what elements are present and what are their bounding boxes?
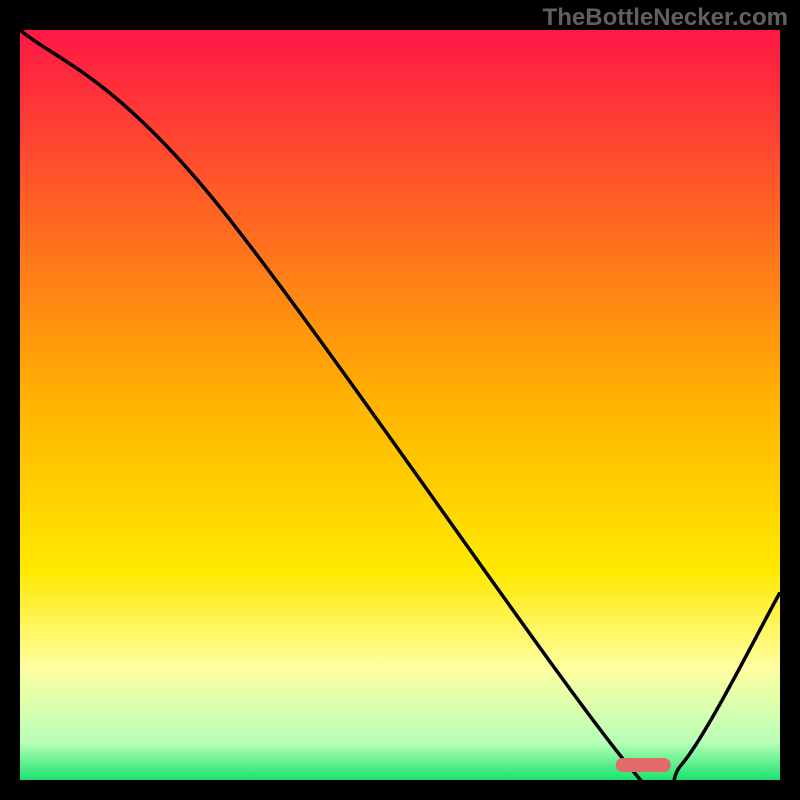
chart-container: TheBottleNecker.com [0, 0, 800, 800]
marker-layer [20, 30, 780, 780]
watermark-text: TheBottleNecker.com [543, 4, 788, 32]
chart-area [20, 30, 780, 780]
optimal-marker [616, 758, 671, 772]
